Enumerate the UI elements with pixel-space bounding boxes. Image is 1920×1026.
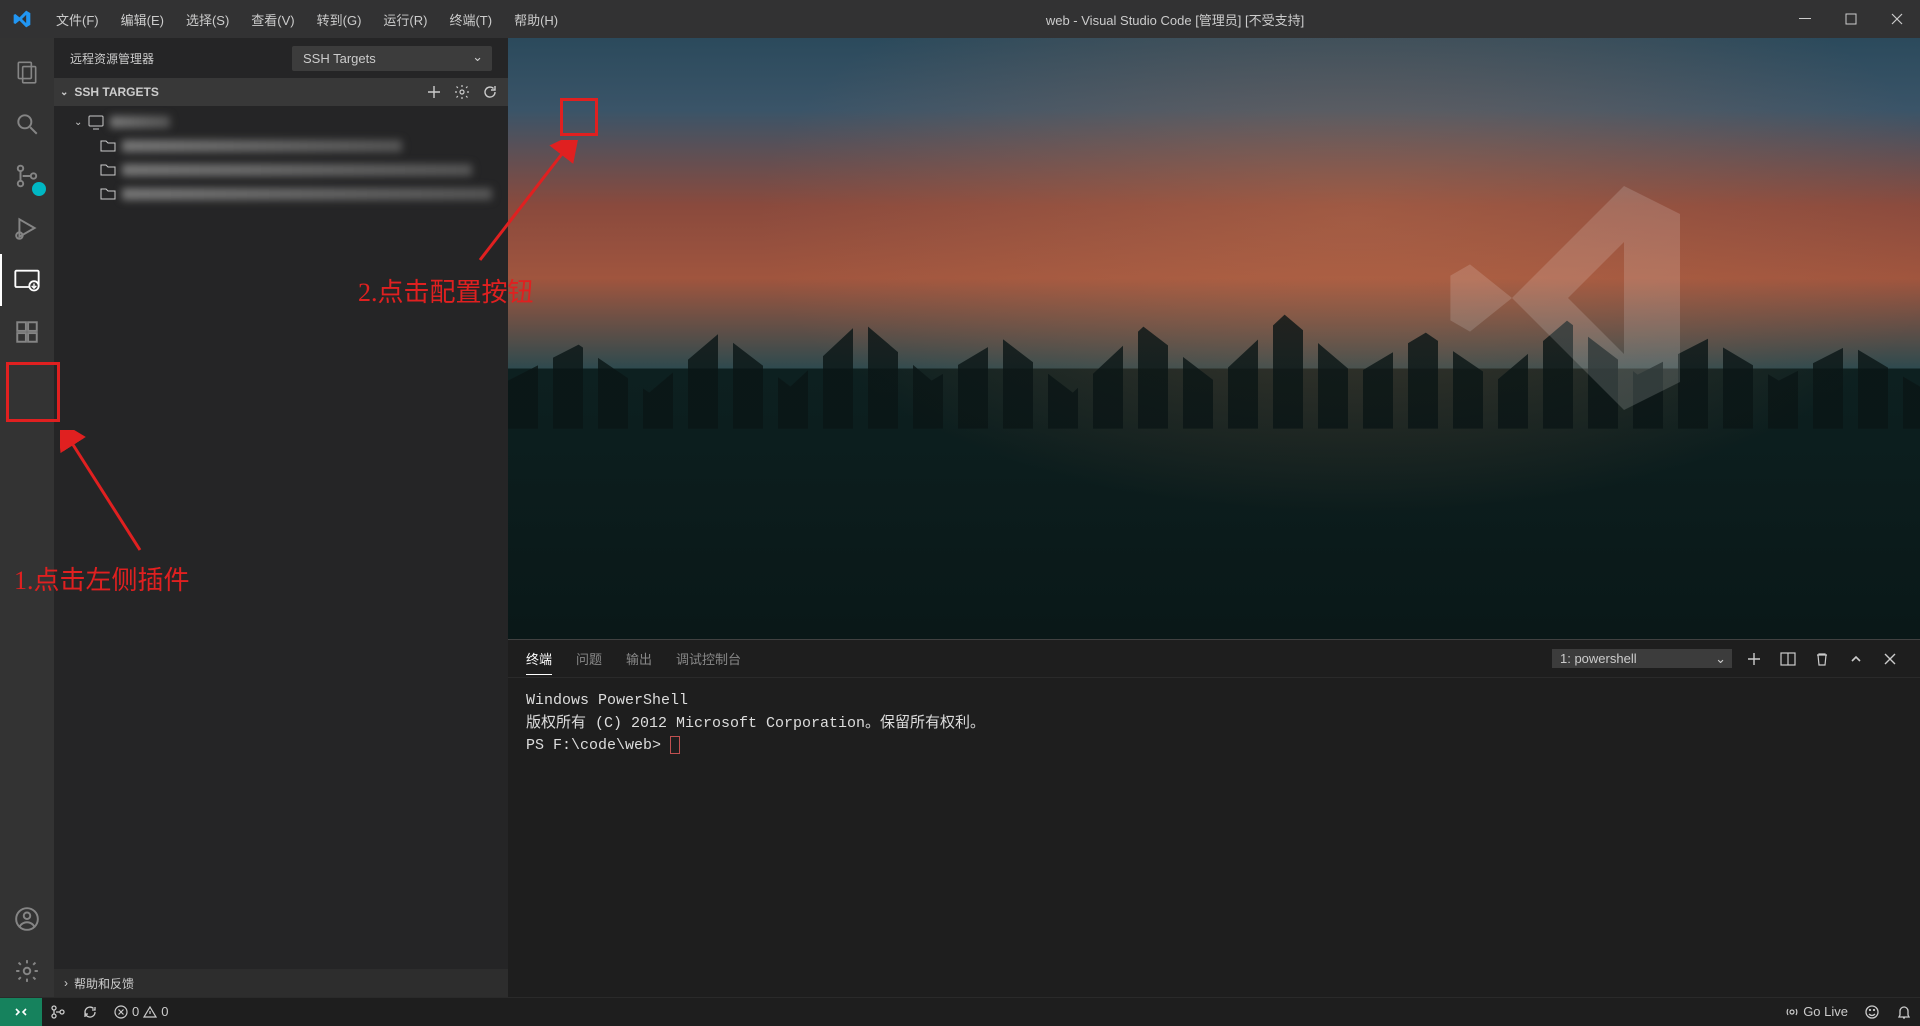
terminal-line: Windows PowerShell (526, 690, 1902, 713)
vscode-logo-icon (10, 7, 34, 31)
maximize-button[interactable] (1828, 0, 1874, 38)
main-area: 远程资源管理器 SSH Targets ⌄ SSH TARGETS ⌄ (0, 38, 1920, 997)
statusbar: 0 0 Go Live (0, 997, 1920, 1025)
activity-source-control[interactable] (0, 150, 54, 202)
bottom-panel: 终端 问题 输出 调试控制台 1: powershell Windows Pow… (508, 639, 1920, 997)
status-feedback[interactable] (1856, 998, 1888, 1026)
status-problems[interactable]: 0 0 (106, 998, 176, 1026)
menu-go[interactable]: 转到(G) (307, 4, 372, 35)
status-notifications[interactable] (1888, 998, 1920, 1026)
configure-ssh-button[interactable] (450, 80, 474, 104)
chevron-down-icon: ⌄ (74, 117, 82, 128)
chevron-down-icon: ⌄ (60, 87, 68, 98)
editor-area: 终端 问题 输出 调试控制台 1: powershell Windows Pow… (508, 38, 1920, 997)
activity-run-debug[interactable] (0, 202, 54, 254)
panel-tab-debug-console[interactable]: 调试控制台 (676, 643, 741, 674)
menu-view[interactable]: 查看(V) (241, 4, 304, 35)
panel-tabs: 终端 问题 输出 调试控制台 1: powershell (508, 640, 1920, 678)
terminal-cursor (670, 736, 680, 754)
status-remote-button[interactable] (0, 998, 42, 1026)
ssh-targets-tree: ⌄ (54, 106, 508, 210)
panel-tab-terminal[interactable]: 终端 (526, 643, 552, 675)
chevron-right-icon: › (64, 976, 68, 990)
menu-run[interactable]: 运行(R) (373, 4, 437, 35)
activity-bar (0, 38, 54, 997)
activity-search[interactable] (0, 98, 54, 150)
menu-file[interactable]: 文件(F) (46, 4, 109, 35)
help-feedback-label: 帮助和反馈 (74, 975, 134, 992)
warning-count: 0 (161, 1004, 168, 1019)
sidebar: 远程资源管理器 SSH Targets ⌄ SSH TARGETS ⌄ (54, 38, 508, 997)
menu-help[interactable]: 帮助(H) (504, 4, 568, 35)
minimize-button[interactable] (1782, 0, 1828, 38)
folder-icon (100, 138, 116, 154)
kill-terminal-button[interactable] (1810, 647, 1834, 671)
ssh-host-row[interactable]: ⌄ (54, 110, 508, 134)
terminal-output[interactable]: Windows PowerShell 版权所有 (C) 2012 Microso… (508, 678, 1920, 997)
ssh-targets-section-header[interactable]: ⌄ SSH TARGETS (54, 78, 508, 106)
clock-badge-icon (32, 182, 46, 196)
menubar: 文件(F) 编辑(E) 选择(S) 查看(V) 转到(G) 运行(R) 终端(T… (46, 4, 568, 35)
folder-icon (100, 186, 116, 202)
help-feedback-section[interactable]: › 帮助和反馈 (54, 969, 508, 997)
activity-extensions[interactable] (0, 306, 54, 358)
activity-explorer[interactable] (0, 46, 54, 98)
ssh-folder-row[interactable] (54, 158, 508, 182)
maximize-panel-button[interactable] (1844, 647, 1868, 671)
terminal-prompt: PS F:\code\web> (526, 735, 1902, 758)
window-title: web - Visual Studio Code [管理员] [不受支持] (568, 10, 1782, 29)
vscode-watermark-icon (1428, 158, 1708, 438)
split-terminal-button[interactable] (1776, 647, 1800, 671)
panel-tab-output[interactable]: 输出 (626, 643, 652, 674)
sidebar-header: 远程资源管理器 SSH Targets (54, 38, 508, 78)
remote-target-dropdown[interactable]: SSH Targets (292, 46, 492, 71)
refresh-button[interactable] (478, 80, 502, 104)
terminal-selector[interactable]: 1: powershell (1552, 649, 1732, 668)
go-live-label: Go Live (1803, 1004, 1848, 1019)
error-count: 0 (132, 1004, 139, 1019)
editor-background (508, 38, 1920, 639)
panel-tab-problems[interactable]: 问题 (576, 643, 602, 674)
section-title: SSH TARGETS (74, 85, 158, 99)
activity-settings[interactable] (0, 945, 54, 997)
titlebar: 文件(F) 编辑(E) 选择(S) 查看(V) 转到(G) 运行(R) 终端(T… (0, 0, 1920, 38)
terminal-line: 版权所有 (C) 2012 Microsoft Corporation。保留所有… (526, 713, 1902, 736)
menu-edit[interactable]: 编辑(E) (111, 4, 174, 35)
status-go-live[interactable]: Go Live (1777, 998, 1856, 1026)
activity-accounts[interactable] (0, 893, 54, 945)
menu-terminal[interactable]: 终端(T) (439, 4, 502, 35)
sidebar-title: 远程资源管理器 (70, 50, 154, 67)
ssh-folder-row[interactable] (54, 134, 508, 158)
new-terminal-button[interactable] (1742, 647, 1766, 671)
monitor-icon (88, 114, 104, 130)
close-button[interactable] (1874, 0, 1920, 38)
add-ssh-target-button[interactable] (422, 80, 446, 104)
menu-selection[interactable]: 选择(S) (176, 4, 239, 35)
ssh-folder-row[interactable] (54, 182, 508, 206)
status-sync[interactable] (74, 998, 106, 1026)
close-panel-button[interactable] (1878, 647, 1902, 671)
activity-remote-explorer[interactable] (0, 254, 54, 306)
folder-icon (100, 162, 116, 178)
status-source-control[interactable] (42, 998, 74, 1026)
window-controls (1782, 0, 1920, 38)
